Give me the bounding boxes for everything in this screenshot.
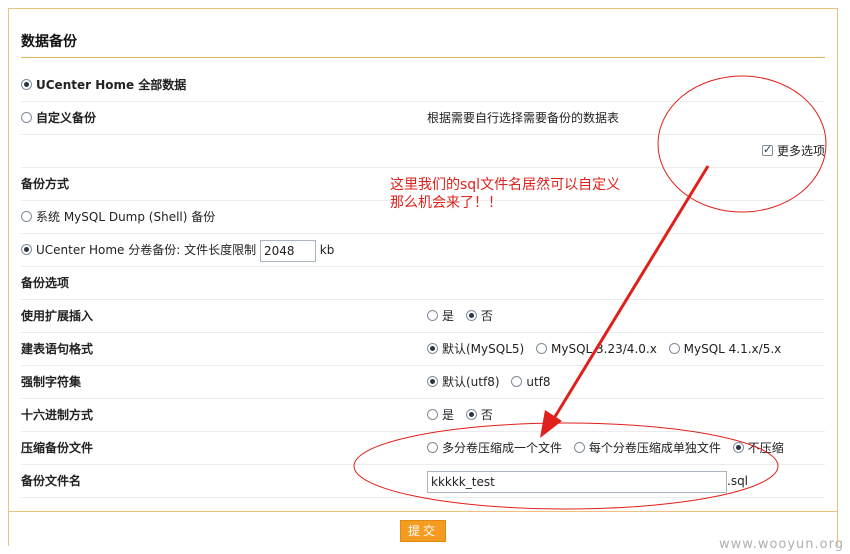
compress-multi-radio[interactable]: [427, 442, 438, 453]
page-title: 数据备份: [21, 34, 77, 50]
all-data-radio[interactable]: [21, 79, 32, 90]
row-charset: 强制字符集 默认(utf8) utf8: [21, 366, 825, 399]
row-volume-backup: UCenter Home 分卷备份: 文件长度限制 2048 kb: [21, 234, 825, 267]
custom-backup-desc: 根据需要自行选择需要备份的数据表: [427, 111, 620, 125]
extended-insert-label: 使用扩展插入: [21, 309, 94, 323]
charset-default-radio[interactable]: [427, 376, 438, 387]
compress-each-radio[interactable]: [573, 442, 585, 453]
row-create-format: 建表语句格式 默认(MySQL5) MySQL 3.23/4.0.x MySQL…: [21, 333, 825, 366]
extended-insert-no-radio[interactable]: [465, 310, 477, 321]
extended-insert-no-label: 否: [480, 309, 493, 323]
backup-panel: 数据备份 UCenter Home 全部数据 自定义备份 根据需要自行选择需要备…: [8, 8, 838, 546]
row-options-heading: 备份选项: [21, 267, 825, 300]
filename-label: 备份文件名: [21, 474, 82, 488]
method-heading: 备份方式: [21, 177, 70, 191]
annotation-line-2: 那么机会来了！！: [390, 195, 502, 211]
shell-backup-label: 系统 MySQL Dump (Shell) 备份: [36, 210, 216, 224]
format-default-radio[interactable]: [427, 343, 438, 354]
more-options-checkbox[interactable]: [761, 143, 773, 157]
submit-button[interactable]: 提交: [400, 520, 446, 542]
all-data-label: UCenter Home 全部数据: [36, 78, 187, 92]
options-heading: 备份选项: [21, 276, 70, 290]
format-mysql41-label: MySQL 4.1.x/5.x: [683, 342, 782, 356]
row-more-options: 更多选项: [21, 135, 825, 168]
charset-label: 强制字符集: [21, 375, 82, 389]
hex-label: 十六进制方式: [21, 408, 94, 422]
hex-yes-label: 是: [442, 408, 455, 422]
row-all-data: UCenter Home 全部数据: [21, 69, 825, 102]
extended-insert-yes-radio[interactable]: [427, 310, 438, 321]
watermark: www.wooyun.org: [718, 537, 844, 552]
filename-input[interactable]: kkkkk_test: [427, 470, 727, 493]
compress-label: 压缩备份文件: [21, 441, 94, 455]
row-filename: 备份文件名 kkkkk_test .sql: [21, 465, 825, 498]
row-compress: 压缩备份文件 多分卷压缩成一个文件 每个分卷压缩成单独文件 不压缩: [21, 432, 825, 465]
shell-backup-radio[interactable]: [21, 211, 32, 222]
format-mysql323-radio[interactable]: [536, 343, 548, 354]
annotation-text: 这里我们的sql文件名居然可以自定义 那么机会来了！！: [390, 176, 620, 212]
compress-none-radio[interactable]: [732, 442, 744, 453]
charset-default-label: 默认(utf8): [442, 375, 500, 389]
format-mysql41-radio[interactable]: [668, 343, 680, 354]
charset-utf8-label: utf8: [526, 375, 551, 389]
hex-no-radio[interactable]: [465, 409, 477, 420]
more-options-label: 更多选项: [776, 144, 825, 158]
create-format-label: 建表语句格式: [21, 342, 94, 356]
size-unit-label: kb: [319, 243, 335, 257]
row-custom-backup: 自定义备份 根据需要自行选择需要备份的数据表: [21, 102, 825, 135]
submit-bar: 提交: [9, 511, 837, 546]
hex-yes-radio[interactable]: [427, 409, 438, 420]
hex-no-label: 否: [480, 408, 493, 422]
extended-insert-yes-label: 是: [442, 309, 455, 323]
size-limit-input[interactable]: 2048: [259, 239, 316, 262]
row-extended-insert: 使用扩展插入 是 否: [21, 300, 825, 333]
annotation-line-1: 这里我们的sql文件名居然可以自定义: [390, 177, 621, 193]
custom-backup-label: 自定义备份: [36, 111, 97, 125]
compress-each-label: 每个分卷压缩成单独文件: [588, 441, 721, 455]
compress-none-label: 不压缩: [747, 441, 784, 455]
compress-multi-label: 多分卷压缩成一个文件: [442, 441, 563, 455]
format-mysql323-label: MySQL 3.23/4.0.x: [551, 342, 657, 356]
title-divider: [21, 57, 825, 58]
custom-backup-radio[interactable]: [21, 112, 32, 123]
volume-backup-label: UCenter Home 分卷备份: 文件长度限制: [36, 243, 257, 257]
format-default-label: 默认(MySQL5): [442, 342, 525, 356]
filename-ext-label: .sql: [727, 474, 749, 488]
charset-utf8-radio[interactable]: [511, 376, 523, 387]
volume-backup-radio[interactable]: [21, 244, 32, 255]
row-hex: 十六进制方式 是 否: [21, 399, 825, 432]
